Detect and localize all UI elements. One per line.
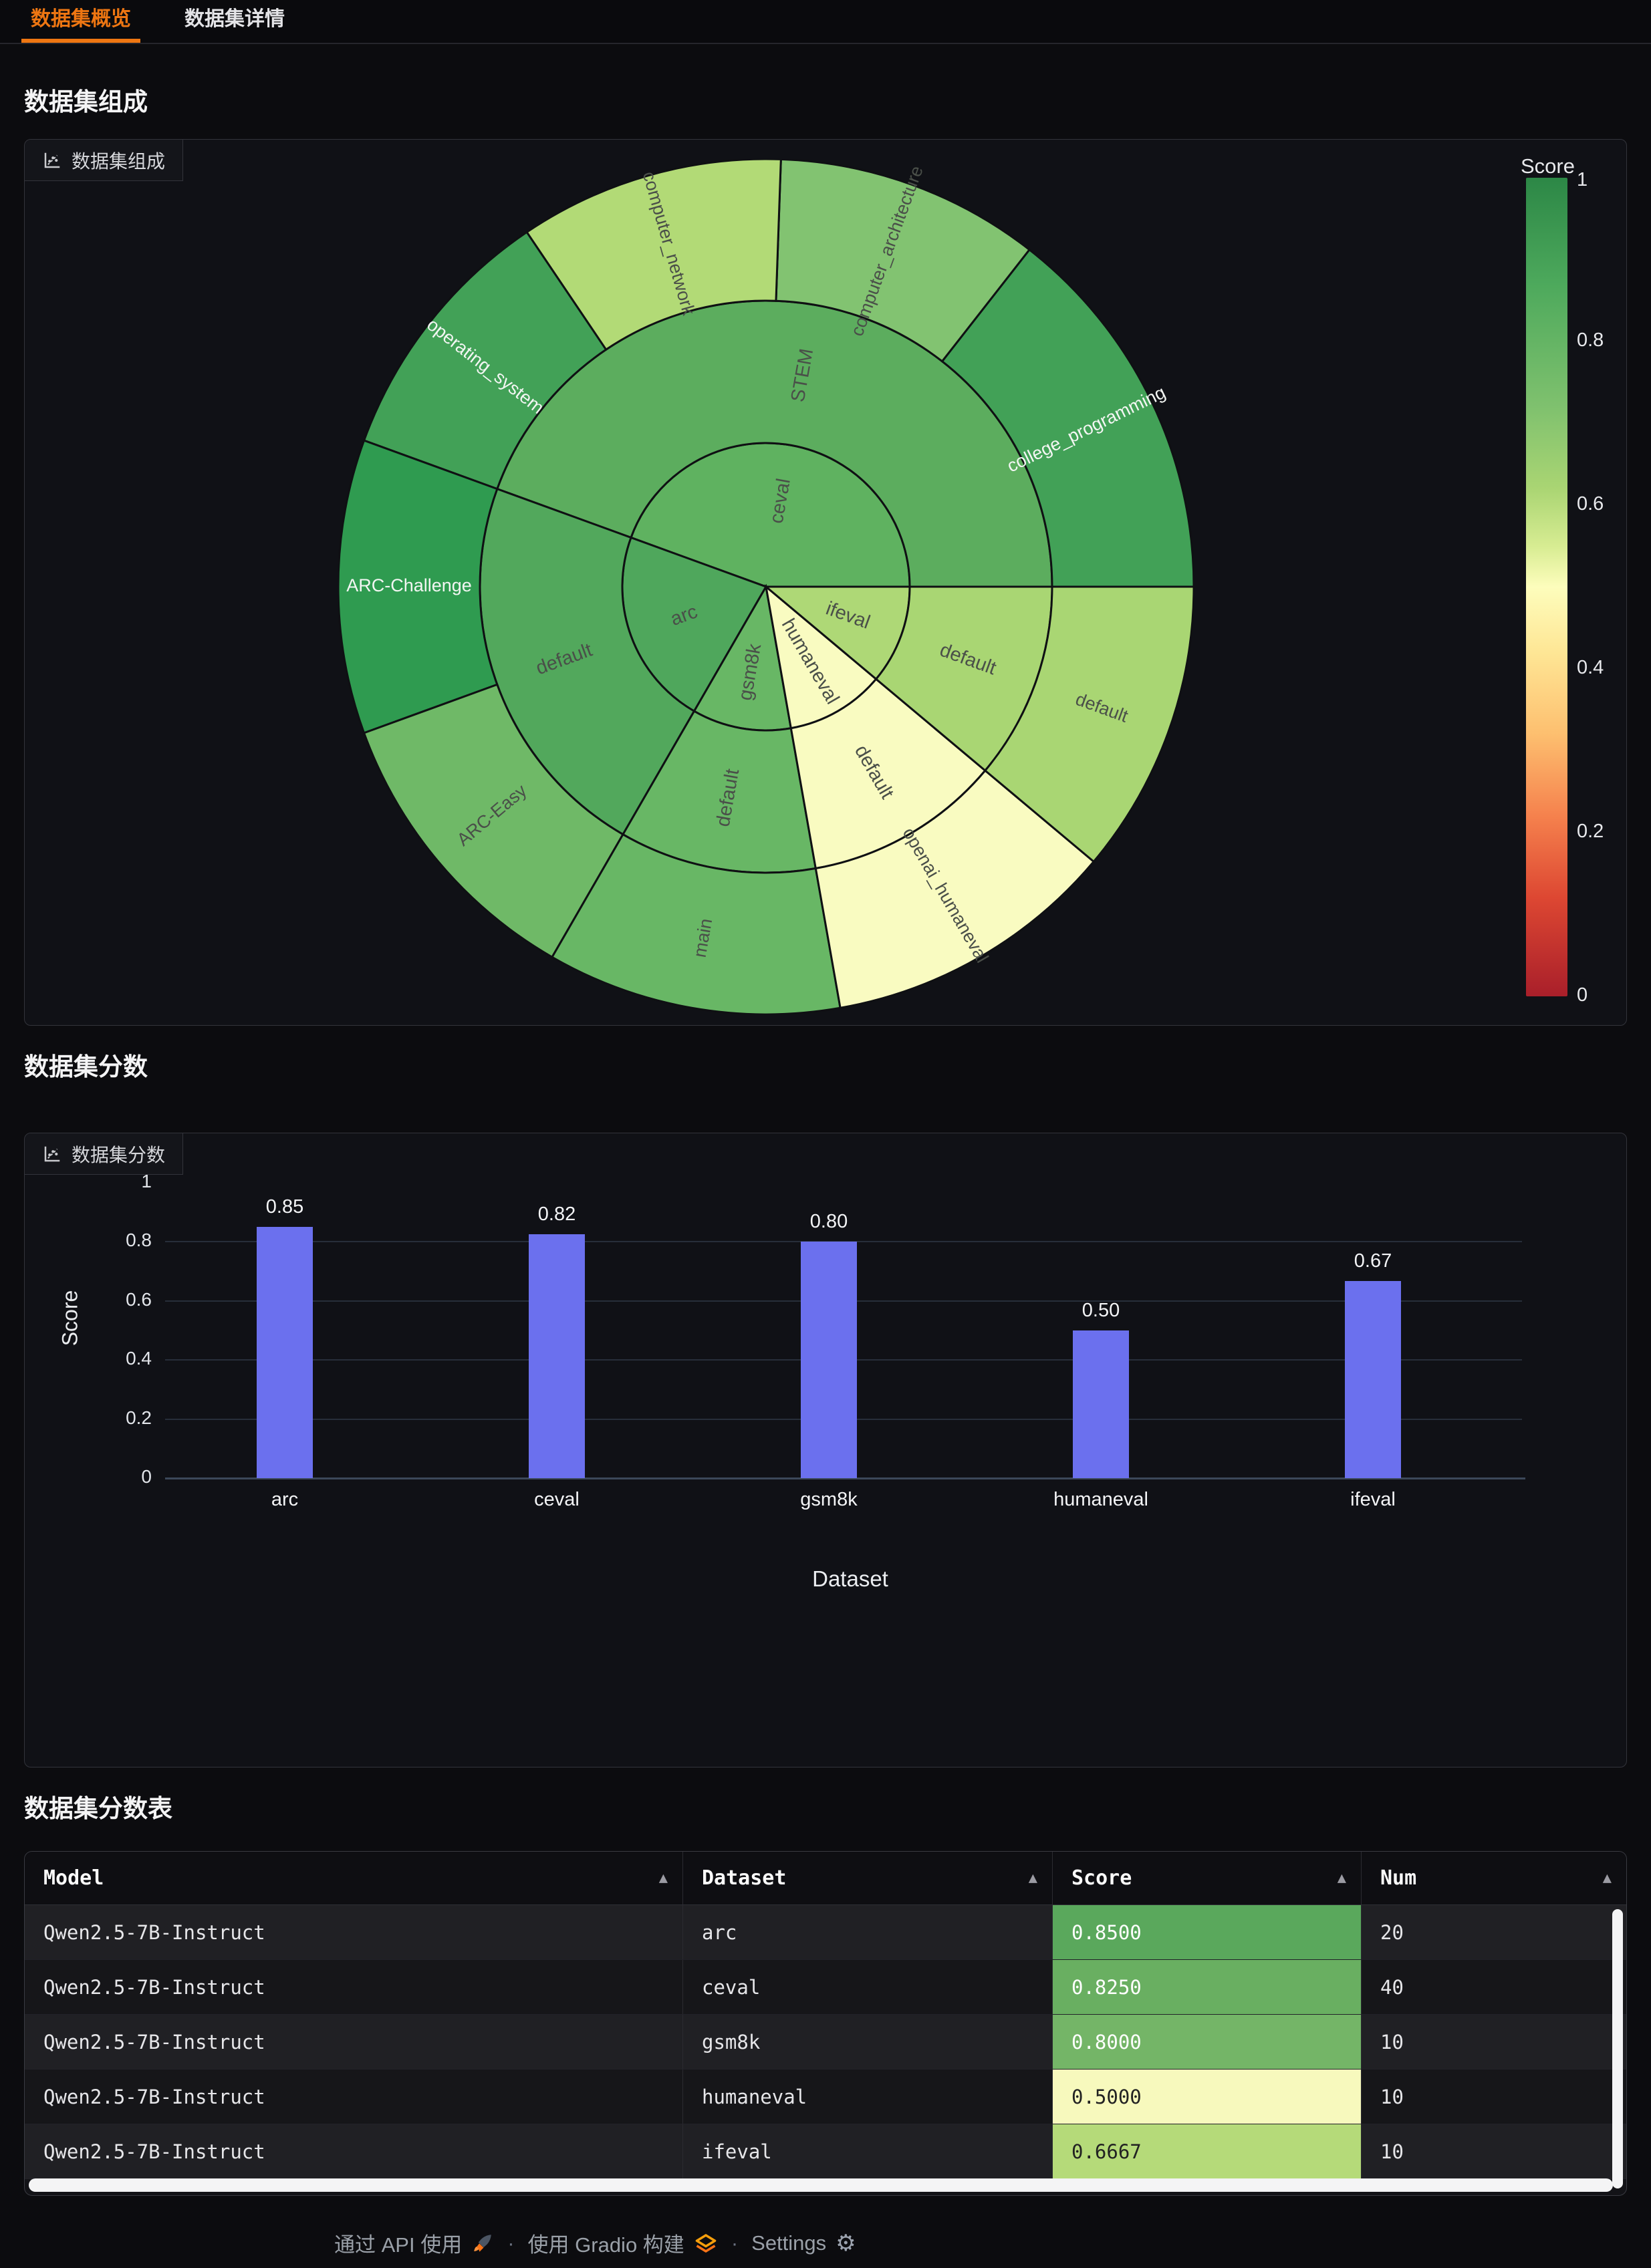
bar-value-label: 0.85 xyxy=(231,1196,338,1218)
colorbar-tick: 1 xyxy=(1577,169,1650,191)
y-tick-label: 0.8 xyxy=(51,1230,152,1251)
colorbar-tick: 0.2 xyxy=(1577,821,1650,843)
cell-num[interactable]: 20 xyxy=(1362,1905,1626,1959)
colorbar-tick: 0.6 xyxy=(1577,493,1650,515)
x-tick-label: ceval xyxy=(477,1489,637,1511)
cell-dataset[interactable]: humaneval xyxy=(683,2070,1053,2124)
tab-bar: 数据集概览 数据集详情 xyxy=(0,0,1651,44)
x-tick-label: arc xyxy=(205,1489,365,1511)
x-tick-label: gsm8k xyxy=(749,1489,909,1511)
footer: 通过 API 使用 · 使用 Gradio 构建 · Settings ⚙ xyxy=(334,2228,856,2258)
vertical-scrollbar[interactable] xyxy=(1612,1909,1623,2188)
built-with-gradio-link[interactable]: 使用 Gradio 构建 xyxy=(528,2228,684,2258)
y-tick-label: 0.4 xyxy=(51,1348,152,1369)
cell-model[interactable]: Qwen2.5-7B-Instruct xyxy=(25,2015,683,2069)
cell-score[interactable]: 0.5000 xyxy=(1053,2070,1362,2124)
bar-arc[interactable] xyxy=(257,1227,313,1478)
table-header-row: Model ▲ Dataset ▲ Score ▲ Num ▲ xyxy=(25,1852,1626,1905)
bar-value-label: 0.50 xyxy=(1047,1300,1154,1322)
table-row[interactable]: Qwen2.5-7B-Instruct humaneval 0.5000 10 xyxy=(25,2070,1626,2124)
cell-model[interactable]: Qwen2.5-7B-Instruct xyxy=(25,1905,683,1959)
cell-score[interactable]: 0.6667 xyxy=(1053,2124,1362,2178)
table-row[interactable]: Qwen2.5-7B-Instruct ceval 0.8250 40 xyxy=(25,1960,1626,2015)
composition-panel: 数据集组成 cevalSTEMcollege_programmingcomput… xyxy=(24,139,1627,1026)
cell-model[interactable]: Qwen2.5-7B-Instruct xyxy=(25,2124,683,2178)
rocket-icon xyxy=(471,2232,494,2255)
colorbar-gradient xyxy=(1526,178,1567,996)
colorbar-tick: 0.4 xyxy=(1577,657,1650,679)
y-tick-label: 1 xyxy=(51,1171,152,1192)
colorbar-title: Score xyxy=(1521,154,1575,178)
colorbar-tick: 0 xyxy=(1577,984,1650,1006)
sort-asc-icon[interactable]: ▲ xyxy=(1338,1870,1346,1886)
cell-dataset[interactable]: gsm8k xyxy=(683,2015,1053,2069)
x-axis-label: Dataset xyxy=(777,1566,924,1592)
cell-model[interactable]: Qwen2.5-7B-Instruct xyxy=(25,2070,683,2124)
table-row[interactable]: Qwen2.5-7B-Instruct ifeval 0.6667 10 xyxy=(25,2124,1626,2179)
y-tick-label: 0.6 xyxy=(51,1289,152,1310)
column-header-model[interactable]: Model ▲ xyxy=(25,1852,683,1904)
cell-num[interactable]: 10 xyxy=(1362,2015,1626,2069)
sort-asc-icon[interactable]: ▲ xyxy=(1603,1870,1612,1886)
separator-dot: · xyxy=(727,2231,742,2255)
y-tick-label: 0 xyxy=(51,1466,152,1487)
gear-icon[interactable]: ⚙ xyxy=(836,2230,856,2257)
cell-dataset[interactable]: ceval xyxy=(683,1960,1053,2014)
bar-humaneval[interactable] xyxy=(1073,1330,1129,1478)
scores-panel: 数据集分数 Score Dataset 00.20.40.60.810.85ar… xyxy=(24,1133,1627,1767)
sunburst-label: ARC-Challenge xyxy=(346,575,472,595)
bar-value-label: 0.80 xyxy=(775,1211,882,1233)
bar-ifeval[interactable] xyxy=(1345,1281,1401,1478)
separator-dot: · xyxy=(503,2231,518,2255)
sort-asc-icon[interactable]: ▲ xyxy=(1029,1870,1037,1886)
bar-value-label: 0.82 xyxy=(503,1203,610,1226)
cell-dataset[interactable]: ifeval xyxy=(683,2124,1053,2178)
bar-gsm8k[interactable] xyxy=(801,1242,857,1478)
column-header-score[interactable]: Score ▲ xyxy=(1053,1852,1362,1904)
use-via-api-link[interactable]: 通过 API 使用 xyxy=(334,2228,462,2258)
cell-model[interactable]: Qwen2.5-7B-Instruct xyxy=(25,1960,683,2014)
column-header-num[interactable]: Num ▲ xyxy=(1362,1852,1626,1904)
cell-dataset[interactable]: arc xyxy=(683,1905,1053,1959)
cell-score[interactable]: 0.8500 xyxy=(1053,1905,1362,1959)
column-header-label: Score xyxy=(1071,1866,1132,1890)
sort-asc-icon[interactable]: ▲ xyxy=(659,1870,668,1886)
bar-ceval[interactable] xyxy=(529,1234,585,1478)
y-tick-label: 0.2 xyxy=(51,1407,152,1429)
composition-panel-label[interactable]: 数据集组成 xyxy=(25,140,183,181)
table-row[interactable]: Qwen2.5-7B-Instruct arc 0.8500 20 xyxy=(25,1905,1626,1960)
column-header-label: Model xyxy=(43,1866,104,1890)
tab-dataset-overview[interactable]: 数据集概览 xyxy=(21,0,140,43)
cell-score[interactable]: 0.8000 xyxy=(1053,2015,1362,2069)
cell-num[interactable]: 40 xyxy=(1362,1960,1626,2014)
bar-chart: Score Dataset 00.20.40.60.810.85arc0.82c… xyxy=(25,1133,1626,1767)
cell-num[interactable]: 10 xyxy=(1362,2124,1626,2178)
x-tick-label: humaneval xyxy=(1021,1489,1181,1511)
cell-num[interactable]: 10 xyxy=(1362,2070,1626,2124)
section-title-scores: 数据集分数 xyxy=(24,1046,148,1083)
sunburst-chart[interactable]: cevalSTEMcollege_programmingcomputer_arc… xyxy=(338,159,1194,1014)
column-header-dataset[interactable]: Dataset ▲ xyxy=(683,1852,1053,1904)
scores-table: Model ▲ Dataset ▲ Score ▲ Num ▲ Qwen2.5-… xyxy=(24,1851,1627,2196)
bar-value-label: 0.67 xyxy=(1319,1250,1426,1272)
section-title-score-table: 数据集分数表 xyxy=(24,1788,172,1824)
column-header-label: Dataset xyxy=(702,1866,786,1890)
colorbar-tick: 0.8 xyxy=(1577,329,1650,351)
settings-link[interactable]: Settings xyxy=(751,2231,826,2255)
horizontal-scrollbar[interactable] xyxy=(29,2178,1613,2192)
section-title-composition: 数据集组成 xyxy=(24,82,148,118)
tab-dataset-details[interactable]: 数据集详情 xyxy=(175,0,294,43)
x-tick-label: ifeval xyxy=(1293,1489,1453,1511)
scatter-chart-icon xyxy=(42,150,62,170)
table-row[interactable]: Qwen2.5-7B-Instruct gsm8k 0.8000 10 xyxy=(25,2015,1626,2070)
composition-panel-label-text: 数据集组成 xyxy=(72,147,165,174)
gradio-logo-icon xyxy=(694,2231,718,2255)
cell-score[interactable]: 0.8250 xyxy=(1053,1960,1362,2014)
column-header-label: Num xyxy=(1380,1866,1416,1890)
